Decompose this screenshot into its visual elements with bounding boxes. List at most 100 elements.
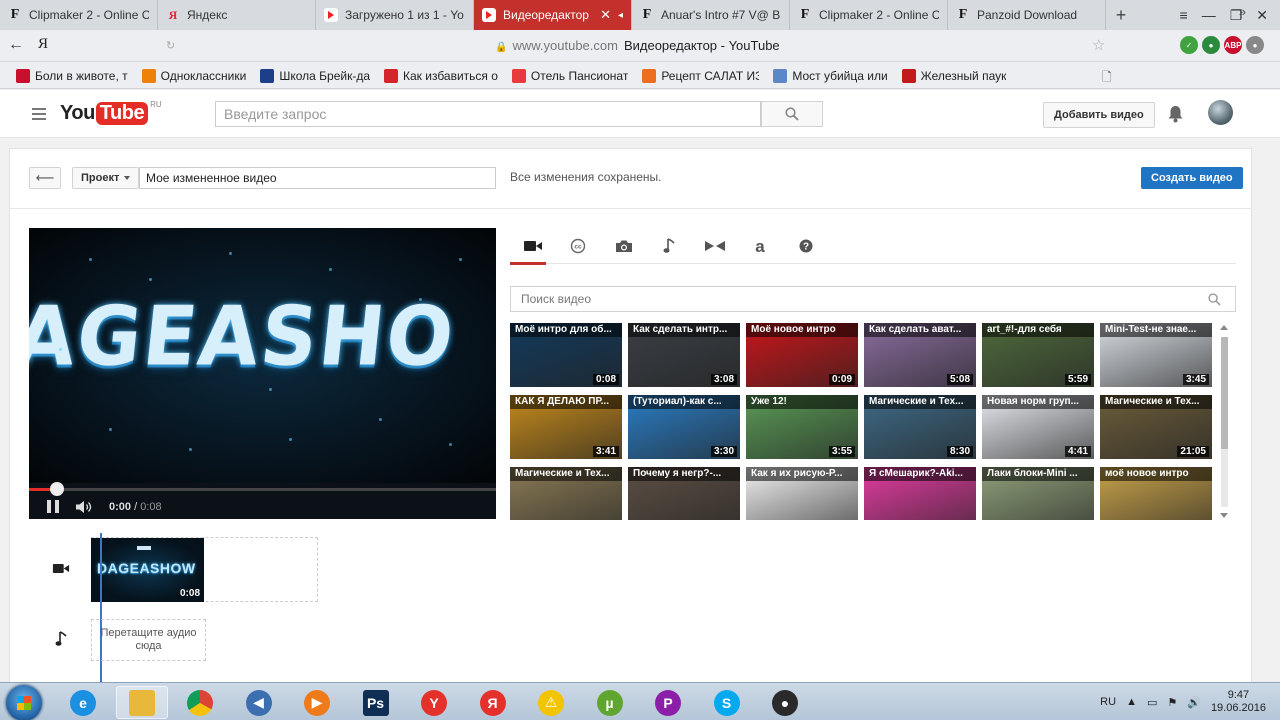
scroll-up-icon[interactable] bbox=[1220, 325, 1228, 330]
new-tab-button[interactable]: + bbox=[1106, 0, 1136, 30]
video-thumbnail[interactable]: Mini-Test-не знае... 3:45 bbox=[1100, 323, 1212, 387]
browser-tab[interactable]: F Clipmaker 2 - Online C bbox=[0, 0, 158, 30]
language-indicator[interactable]: RU bbox=[1100, 696, 1116, 708]
video-thumbnail[interactable]: Моё интро для об... 0:08 bbox=[510, 323, 622, 387]
video-thumbnail[interactable]: КАК Я ДЕЛАЮ ПР... 3:41 bbox=[510, 395, 622, 459]
video-thumbnail[interactable]: Новая норм груп... 4:41 bbox=[982, 395, 1094, 459]
add-video-button[interactable]: Добавить видео bbox=[1043, 102, 1155, 128]
scroll-thumb[interactable] bbox=[1221, 337, 1228, 449]
volume-tray-icon[interactable]: 🔊 bbox=[1187, 696, 1201, 709]
video-thumbnail[interactable]: Магические и Тех... bbox=[510, 467, 622, 520]
close-tab-icon[interactable]: ✕ bbox=[600, 7, 611, 23]
bookmark-star-icon[interactable]: ☆ bbox=[1092, 36, 1105, 54]
shield-extension-icon[interactable]: ✓ bbox=[1180, 36, 1198, 54]
close-window-icon[interactable]: ✕ bbox=[1256, 7, 1268, 24]
reload-icon[interactable]: ↻ bbox=[166, 39, 175, 52]
notifications-bell-icon[interactable] bbox=[1167, 105, 1184, 123]
video-thumbnail[interactable]: Как сделать интр... 3:08 bbox=[628, 323, 740, 387]
video-thumbnail[interactable]: Магические и Тех... 21:05 bbox=[1100, 395, 1212, 459]
video-search-input[interactable]: Поиск видео bbox=[510, 286, 1236, 312]
volume-icon[interactable] bbox=[75, 500, 93, 514]
browser-tab[interactable]: F Clipmaker 2 - Online C bbox=[790, 0, 948, 30]
taskbar-app[interactable]: ⚠ bbox=[525, 686, 577, 719]
video-thumbnail[interactable]: art_#!-для себя 5:59 bbox=[982, 323, 1094, 387]
project-dropdown[interactable]: Проект bbox=[72, 167, 140, 189]
bookmark-item[interactable]: Боли в животе, т bbox=[16, 68, 128, 83]
video-player[interactable]: AGEASHO 0:00 / 0:08 bbox=[29, 228, 496, 519]
video-thumbnail[interactable]: Моё новое интро 0:09 bbox=[746, 323, 858, 387]
guide-menu-icon[interactable] bbox=[32, 108, 46, 120]
bookmarks-more-icon[interactable]: » bbox=[1239, 4, 1246, 19]
editor-back-button[interactable]: ⟵ bbox=[29, 167, 61, 189]
minimize-icon[interactable]: — bbox=[1202, 7, 1216, 23]
thumbnail-scrollbar[interactable] bbox=[1218, 323, 1230, 520]
adblock-extension-icon[interactable]: ABP bbox=[1224, 36, 1242, 54]
account-avatar[interactable] bbox=[1208, 100, 1233, 125]
bookmark-item[interactable]: Мост убийца или bbox=[773, 68, 888, 83]
search-icon[interactable] bbox=[1208, 293, 1221, 306]
bookmark-item[interactable]: Как избавиться о bbox=[384, 68, 498, 83]
taskbar-app[interactable]: Я bbox=[467, 686, 519, 719]
youtube-search-button[interactable] bbox=[761, 101, 823, 127]
taskbar-app[interactable]: Y bbox=[408, 686, 460, 719]
audio-dropzone[interactable]: Перетащите аудио сюда bbox=[91, 619, 206, 661]
tab-audio-icon[interactable]: ◂ bbox=[618, 10, 623, 21]
video-thumbnail[interactable]: Как я их рисую-Р... bbox=[746, 467, 858, 520]
youtube-search-input[interactable]: Введите запрос bbox=[215, 101, 761, 127]
browser-tab[interactable]: Загружено 1 из 1 - Yo bbox=[316, 0, 474, 30]
video-thumbnail[interactable]: моё новое интро bbox=[1100, 467, 1212, 520]
tab-videos[interactable] bbox=[510, 228, 556, 265]
network-icon[interactable]: ▭ bbox=[1147, 696, 1157, 709]
video-thumbnail[interactable]: Магические и Тех... 8:30 bbox=[864, 395, 976, 459]
taskbar-app[interactable] bbox=[115, 686, 168, 719]
tab-creative-commons[interactable]: cc bbox=[556, 228, 602, 264]
browser-tab[interactable]: F Anuar's Intro #7 V@ B bbox=[632, 0, 790, 30]
video-thumbnail[interactable]: Почему я негр?-... bbox=[628, 467, 740, 520]
taskbar-app[interactable]: e bbox=[57, 686, 109, 719]
video-thumbnail[interactable]: Уже 12! 3:55 bbox=[746, 395, 858, 459]
other-bookmarks-icon[interactable]: 🗋 bbox=[1102, 68, 1112, 89]
taskbar-app[interactable]: ◀ bbox=[233, 686, 285, 719]
tab-transitions[interactable] bbox=[692, 228, 738, 264]
video-title-input[interactable] bbox=[139, 167, 496, 189]
bookmark-item[interactable]: Железный паук bbox=[901, 68, 1006, 83]
tab-photos[interactable] bbox=[601, 228, 647, 264]
green-extension-icon[interactable]: ● bbox=[1202, 36, 1220, 54]
taskbar-app[interactable]: Ps bbox=[350, 686, 402, 719]
back-arrow-icon[interactable]: ← bbox=[8, 36, 24, 54]
clock[interactable]: 9:47 19.06.2016 bbox=[1211, 689, 1266, 715]
taskbar-app[interactable]: µ bbox=[584, 686, 636, 719]
flag-icon[interactable]: ⚑ bbox=[1167, 696, 1177, 709]
taskbar-app[interactable] bbox=[174, 686, 226, 719]
taskbar-app[interactable]: P bbox=[642, 686, 694, 719]
create-video-button[interactable]: Создать видео bbox=[1141, 167, 1243, 189]
browser-tab[interactable]: Я Яндекс bbox=[158, 0, 316, 30]
tab-text[interactable]: a bbox=[738, 228, 784, 264]
url-field[interactable]: 🔒 www.youtube.com Видеоредактор - YouTube bbox=[495, 38, 780, 53]
browser-menu-icon[interactable]: ≡ bbox=[1180, 7, 1188, 23]
bookmark-item[interactable]: Рецепт САЛАТ ИЗ bbox=[642, 68, 759, 83]
youtube-logo[interactable]: You Tube RU bbox=[60, 100, 162, 125]
video-thumbnail[interactable]: Как сделать ават... 5:08 bbox=[864, 323, 976, 387]
bookmark-item[interactable]: Отель Пансионат bbox=[511, 68, 628, 83]
yandex-button[interactable]: Я bbox=[38, 36, 48, 53]
tab-audio[interactable] bbox=[647, 228, 693, 264]
account-extension-icon[interactable]: ● bbox=[1246, 36, 1264, 54]
taskbar-app[interactable]: S bbox=[701, 686, 753, 719]
scroll-down-icon[interactable] bbox=[1220, 513, 1228, 518]
taskbar-app[interactable]: ▶ bbox=[291, 686, 343, 719]
browser-tab[interactable]: F Panzoid Download bbox=[948, 0, 1106, 30]
pause-icon[interactable] bbox=[47, 500, 59, 513]
taskbar-app[interactable]: ● bbox=[759, 686, 811, 719]
bookmark-item[interactable]: Одноклассники bbox=[141, 68, 246, 83]
progress-bar[interactable] bbox=[29, 482, 496, 496]
timeline-video-clip[interactable]: DAGEASHOW 0:08 bbox=[91, 538, 204, 602]
tab-help[interactable]: ? bbox=[783, 228, 829, 264]
start-button[interactable] bbox=[6, 685, 42, 720]
browser-tab[interactable]: Видеоредактор ✕ ◂ bbox=[474, 0, 632, 30]
video-thumbnail[interactable]: (Туториал)-как с... 3:30 bbox=[628, 395, 740, 459]
video-thumbnail[interactable]: Лаки блоки-Mini ... bbox=[982, 467, 1094, 520]
bookmark-item[interactable]: Школа Брейк-да bbox=[260, 68, 370, 83]
tray-expand-icon[interactable]: ▲ bbox=[1126, 696, 1137, 708]
video-thumbnail[interactable]: Я сМешарик?-Aki... bbox=[864, 467, 976, 520]
